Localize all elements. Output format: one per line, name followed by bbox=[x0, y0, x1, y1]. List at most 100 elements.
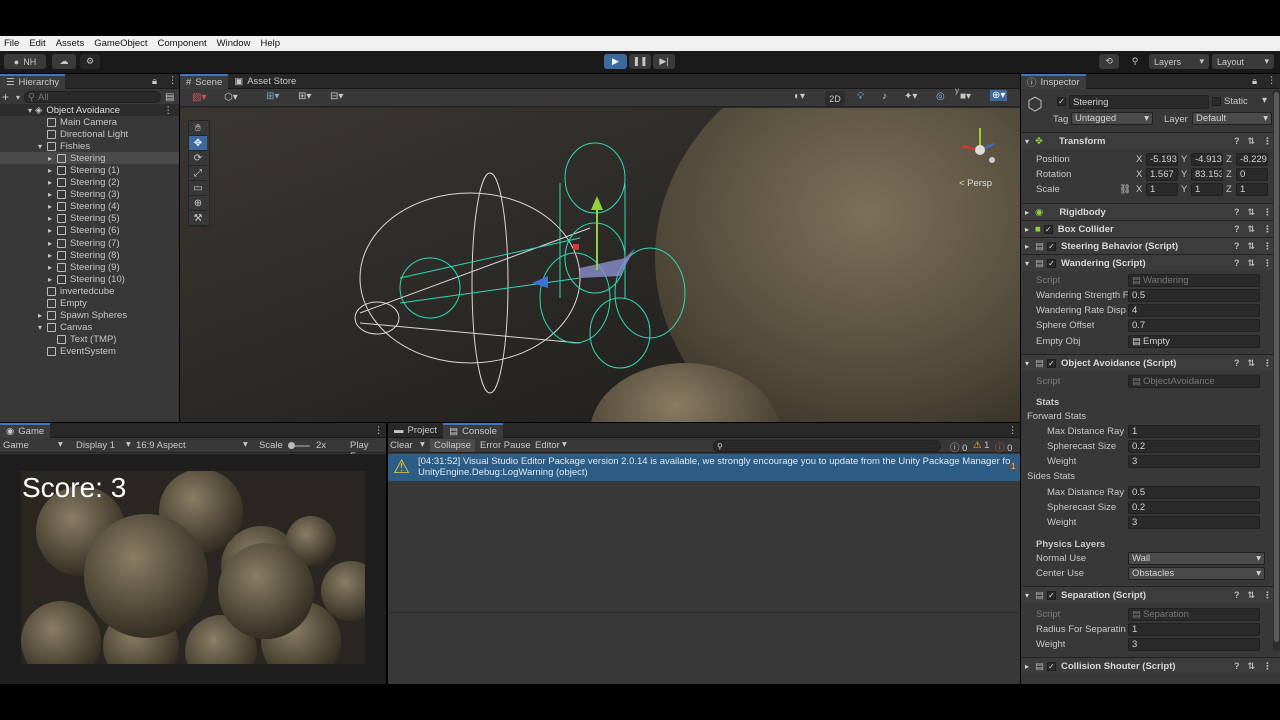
hand-tool[interactable]: ✋︎ bbox=[189, 121, 207, 136]
menu-item-help[interactable]: Help bbox=[260, 38, 280, 49]
rotation-z-field[interactable]: 0 bbox=[1236, 168, 1268, 181]
more-icon[interactable]: ⋮ bbox=[1263, 224, 1272, 235]
hierarchy-item[interactable]: Empty bbox=[0, 298, 179, 310]
more-icon[interactable]: ⋮ bbox=[168, 75, 178, 86]
menu-item-assets[interactable]: Assets bbox=[56, 38, 85, 49]
menu-item-component[interactable]: Component bbox=[158, 38, 207, 49]
separation-enabled-checkbox[interactable]: ✓ bbox=[1047, 590, 1056, 600]
chevron-down-icon[interactable]: ▾ bbox=[1262, 95, 1267, 106]
rotation-x-axis-label[interactable]: X bbox=[1136, 169, 1142, 180]
scene-root[interactable]: ▾ ◈ Object Avoidance ⋮ bbox=[0, 104, 179, 116]
wandering-strength-field[interactable]: 0.5 bbox=[1128, 289, 1260, 302]
preset-icon[interactable]: ⇅ bbox=[1247, 207, 1255, 218]
position-y-axis-label[interactable]: Y bbox=[1181, 154, 1187, 165]
separation-radius-field[interactable]: 1 bbox=[1128, 623, 1260, 636]
separation-weight-field[interactable]: 3 bbox=[1128, 638, 1260, 651]
inspector-scrollbar-thumb[interactable] bbox=[1274, 92, 1279, 642]
hierarchy-item[interactable]: ▸ Steering (1) bbox=[0, 164, 179, 176]
console-search-input[interactable]: ⚲ bbox=[713, 440, 941, 452]
chevron-right-icon[interactable]: ▸ bbox=[38, 311, 47, 320]
chevron-down-icon[interactable]: ▾ bbox=[38, 323, 47, 332]
empty-obj-field[interactable]: ▤ Empty bbox=[1128, 335, 1260, 348]
preset-icon[interactable]: ⇅ bbox=[1247, 136, 1255, 147]
console-splitter[interactable] bbox=[388, 612, 1020, 613]
hierarchy-item[interactable]: ▸ Spawn Spheres bbox=[0, 310, 179, 322]
sides-spherecast-field[interactable]: 0.2 bbox=[1128, 501, 1260, 514]
editor-dropdown[interactable]: Editor bbox=[535, 440, 560, 451]
hierarchy-item[interactable]: ▾ Canvas bbox=[0, 322, 179, 334]
steering-behavior-enabled-checkbox[interactable]: ✓ bbox=[1047, 241, 1056, 251]
layout-dropdown[interactable]: Layout ▾ bbox=[1212, 54, 1274, 69]
position-z-field[interactable]: -8.229 bbox=[1236, 153, 1268, 166]
chevron-down-icon[interactable]: ▾ bbox=[28, 106, 32, 115]
avoidance-script-field[interactable]: ▤ ObjectAvoidance bbox=[1128, 375, 1260, 388]
pause-button[interactable]: ❚❚ bbox=[629, 54, 651, 69]
effects-icon[interactable]: ✦▾ bbox=[904, 91, 917, 102]
error-count[interactable]: ⓘ 0 bbox=[995, 440, 1012, 454]
help-icon[interactable]: ? bbox=[1234, 241, 1240, 252]
center-use-dropdown[interactable]: Obstacles ▾ bbox=[1128, 567, 1265, 580]
tab-asset-store[interactable]: ▣ Asset Store bbox=[228, 74, 302, 89]
separation-script-field[interactable]: ▤ Separation bbox=[1128, 608, 1260, 621]
aspect-select[interactable]: 16:9 Aspect bbox=[136, 440, 186, 451]
hierarchy-item[interactable]: Main Camera bbox=[0, 116, 179, 128]
preset-icon[interactable]: ⇅ bbox=[1247, 590, 1255, 601]
game-view-select[interactable]: Game bbox=[3, 440, 29, 451]
hierarchy-item[interactable]: ▸ Steering (7) bbox=[0, 237, 179, 249]
hierarchy-search-input[interactable]: ⚲ All bbox=[24, 91, 162, 103]
custom-tool[interactable]: ⚒ bbox=[189, 211, 207, 226]
menu-item-gameobject[interactable]: GameObject bbox=[94, 38, 147, 49]
scale-x-field[interactable]: 1 bbox=[1146, 183, 1178, 196]
hierarchy-item[interactable]: Text (TMP) bbox=[0, 334, 179, 346]
position-x-field[interactable]: -5.193 bbox=[1146, 153, 1178, 166]
sides-stats-foldout[interactable]: Sides Stats bbox=[1027, 471, 1075, 482]
hierarchy-item[interactable]: invertedcube bbox=[0, 285, 179, 297]
scale-x-axis-label[interactable]: X bbox=[1136, 184, 1142, 195]
help-icon[interactable]: ? bbox=[1234, 136, 1240, 147]
forward-weight-field[interactable]: 3 bbox=[1128, 455, 1260, 468]
step-button[interactable]: ▶| bbox=[653, 54, 675, 69]
object-avoidance-component-header[interactable]: ▾ ▤ ✓ Object Avoidance (Script)? ⇅ ⋮ bbox=[1021, 354, 1280, 371]
collab-button[interactable]: ⚙ bbox=[80, 54, 100, 69]
scale-y-axis-label[interactable]: Y bbox=[1181, 184, 1187, 195]
help-icon[interactable]: ? bbox=[1234, 207, 1240, 218]
hierarchy-item[interactable]: ▾ Fishies bbox=[0, 140, 179, 152]
sides-weight-field[interactable]: 3 bbox=[1128, 516, 1260, 529]
more-icon[interactable]: ⋮ bbox=[164, 105, 174, 116]
perspective-label[interactable]: < Persp bbox=[959, 178, 992, 189]
hierarchy-item[interactable]: EventSystem bbox=[0, 346, 179, 358]
help-icon[interactable]: ? bbox=[1234, 590, 1240, 601]
globe-icon[interactable]: ◐▾ bbox=[794, 91, 805, 102]
hierarchy-item[interactable]: ▸ Steering (5) bbox=[0, 213, 179, 225]
help-icon[interactable]: ? bbox=[1234, 258, 1240, 269]
tab-inspector[interactable]: ⓘ Inspector bbox=[1021, 74, 1086, 89]
chevron-down-icon[interactable]: ▾ bbox=[16, 93, 20, 102]
tab-game[interactable]: ◉ Game bbox=[0, 422, 51, 438]
chevron-down-icon[interactable]: ▾ bbox=[420, 439, 425, 450]
menu-item-file[interactable]: File bbox=[4, 38, 19, 49]
scale-slider-handle[interactable] bbox=[288, 442, 295, 449]
rotation-y-field[interactable]: 83.153 bbox=[1191, 168, 1223, 181]
filter-icon[interactable]: ▤ bbox=[165, 92, 174, 103]
collision-shouter-component-header[interactable]: ▸ ▤ ✓ Collision Shouter (Script)? ⇅ ⋮ bbox=[1021, 657, 1280, 674]
clear-button[interactable]: Clear bbox=[390, 440, 413, 451]
tab-console[interactable]: ▤ Console bbox=[443, 422, 503, 438]
rotate-tool[interactable]: ⟳ bbox=[189, 151, 207, 166]
shading-icon[interactable]: ⬡▾ bbox=[224, 92, 238, 103]
chevron-down-icon[interactable]: ▾ bbox=[243, 439, 248, 450]
sphere-offset-field[interactable]: 0.7 bbox=[1128, 319, 1260, 332]
help-icon[interactable]: ? bbox=[1234, 224, 1240, 235]
scale-z-axis-label[interactable]: Z bbox=[1226, 184, 1232, 195]
scale-link-icon[interactable]: ⛓ bbox=[1119, 184, 1131, 195]
transform-component-header[interactable]: ▾ ✥ Transform ? ⇅ ⋮ bbox=[1021, 132, 1280, 149]
chevron-right-icon[interactable]: ▸ bbox=[48, 263, 57, 272]
display-select[interactable]: Display 1 bbox=[76, 440, 115, 451]
position-z-axis-label[interactable]: Z bbox=[1226, 154, 1232, 165]
rotation-z-axis-label[interactable]: Z bbox=[1226, 169, 1232, 180]
tab-hierarchy[interactable]: ☰ Hierarchy bbox=[0, 73, 66, 89]
more-icon[interactable]: ⋮ bbox=[374, 425, 384, 436]
add-icon[interactable]: + bbox=[2, 90, 16, 104]
chevron-down-icon[interactable]: ▾ bbox=[562, 439, 567, 450]
preset-icon[interactable]: ⇅ bbox=[1247, 661, 1255, 672]
forward-max-distance-field[interactable]: 1 bbox=[1128, 425, 1260, 438]
